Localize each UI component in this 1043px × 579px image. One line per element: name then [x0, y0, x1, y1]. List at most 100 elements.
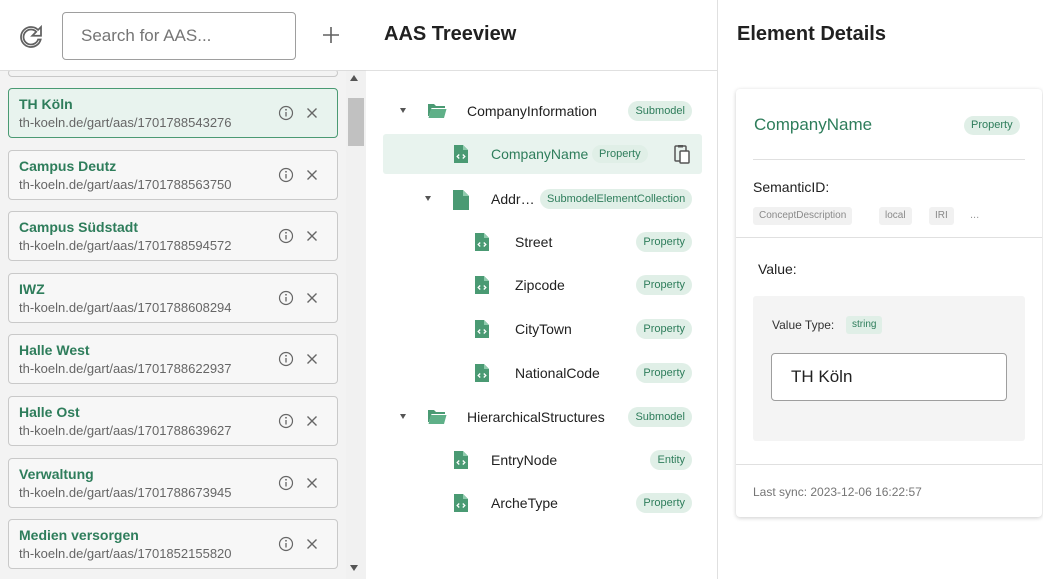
tree-node-label: EntryNode [491, 452, 558, 468]
close-icon[interactable] [304, 536, 320, 552]
aas-item-name: Halle Ost [19, 404, 80, 420]
scroll-up-arrow-icon[interactable] [350, 75, 358, 81]
search-input[interactable] [64, 14, 294, 58]
property-icon [475, 276, 489, 299]
divider [736, 237, 1042, 238]
tree-node[interactable]: NationalCode Property [383, 353, 702, 393]
aas-list-item[interactable]: Medien versorgen th-koeln.de/gart/aas/170… [8, 519, 338, 570]
info-icon[interactable] [278, 105, 294, 121]
details-title: Element Details [737, 23, 886, 45]
node-type-chip: Property [592, 145, 648, 163]
scrollbar-thumb[interactable] [348, 98, 364, 146]
node-type-chip: Property [636, 363, 692, 383]
divider [736, 464, 1042, 465]
chevron-down-icon[interactable] [400, 414, 406, 419]
tree-node[interactable]: ArcheType Property [383, 483, 702, 523]
tree-node-label: ArcheType [491, 495, 558, 511]
semantic-chip-concept: ConceptDescription [753, 207, 853, 225]
tree-node[interactable]: EntryNode Entity [383, 440, 702, 480]
info-icon[interactable] [278, 413, 294, 429]
tree-node-label: Addr… [491, 191, 535, 207]
aas-item-id: th-koeln.de/gart/aas/1701788543276 [19, 115, 232, 130]
close-icon[interactable] [304, 228, 320, 244]
treeview-header-divider [366, 70, 718, 71]
list-item[interactable] [8, 71, 338, 77]
close-icon[interactable] [304, 413, 320, 429]
value-type-label: Value Type: [772, 318, 835, 332]
semantic-chip-local: local [879, 207, 912, 225]
value-input[interactable] [771, 353, 1007, 401]
tree-node-label: NationalCode [515, 365, 600, 381]
aas-list-item[interactable]: Halle West th-koeln.de/gart/aas/170178862… [8, 334, 338, 385]
close-icon[interactable] [304, 475, 320, 491]
info-icon[interactable] [278, 228, 294, 244]
copy-icon[interactable] [671, 143, 693, 165]
folder-open-icon [427, 102, 447, 125]
add-icon[interactable] [316, 20, 346, 50]
aas-list-item[interactable]: TH Köln th-koeln.de/gart/aas/170178854327… [8, 88, 338, 138]
close-icon[interactable] [304, 351, 320, 367]
tree-node[interactable]: HierarchicalStructures Submodel [383, 397, 702, 437]
aas-list-panel: TH Köln th-koeln.de/gart/aas/170178854327… [0, 0, 366, 579]
aas-list-item[interactable]: Halle Ost th-koeln.de/gart/aas/1701788639… [8, 396, 338, 446]
node-type-chip: Submodel [628, 407, 692, 427]
tree-node[interactable]: Street Property [383, 222, 702, 262]
aas-item-id: th-koeln.de/gart/aas/1701788673945 [19, 484, 232, 500]
aas-item-name: IWZ [19, 280, 45, 297]
close-icon[interactable] [304, 105, 320, 121]
folder-open-icon [427, 408, 447, 431]
info-icon[interactable] [278, 351, 294, 367]
property-icon [454, 145, 468, 168]
tree-node-label: Zipcode [515, 277, 565, 293]
tree-node[interactable]: CompanyInformation Submodel [383, 91, 702, 131]
info-icon[interactable] [278, 536, 294, 552]
node-type-chip: Property [636, 319, 692, 339]
node-type-chip: SubmodelElementCollection [540, 189, 693, 209]
tree-node[interactable]: Zipcode Property [383, 265, 702, 305]
node-type-chip: Submodel [628, 101, 692, 121]
chevron-down-icon[interactable] [425, 196, 431, 201]
last-sync-text: Last sync: 2023-12-06 16:22:57 [753, 485, 922, 499]
close-icon[interactable] [304, 290, 320, 306]
scroll-down-arrow-icon[interactable] [350, 565, 358, 571]
refresh-icon[interactable] [16, 22, 46, 52]
value-type-chip: string [846, 316, 883, 334]
semantic-id-label: SemanticID: [753, 179, 830, 195]
info-icon[interactable] [278, 290, 294, 306]
aas-item-id: th-koeln.de/gart/aas/1701788608294 [19, 299, 232, 315]
tree-node[interactable]: Addr… SubmodelElementCollection [383, 179, 702, 219]
treeview-title: AAS Treeview [384, 23, 517, 45]
info-icon[interactable] [278, 475, 294, 491]
tree-node[interactable]: CompanyName Property [383, 134, 702, 174]
node-type-chip: Property [636, 275, 692, 295]
semantic-chip-iri: IRI [929, 207, 954, 225]
aas-item-name: Campus Südstadt [19, 219, 139, 236]
info-icon[interactable] [278, 167, 294, 183]
list-scrollbar[interactable] [346, 71, 366, 579]
chevron-down-icon[interactable] [400, 108, 406, 113]
value-label: Value: [758, 261, 797, 277]
aas-list-header [0, 0, 366, 71]
element-details-panel: Element Details CompanyName Property Sem… [719, 0, 1043, 579]
property-icon [454, 451, 468, 474]
close-icon[interactable] [304, 167, 320, 183]
aas-list-item[interactable]: Verwaltung th-koeln.de/gart/aas/170178867… [8, 457, 338, 508]
divider [753, 159, 1025, 160]
aas-item-name: TH Köln [19, 96, 73, 112]
element-type-chip: Property [964, 116, 1020, 135]
aas-list-item[interactable]: Campus Deutz th-koeln.de/gart/aas/1701788… [8, 149, 338, 200]
search-field[interactable] [62, 12, 296, 60]
tree-node-label: CompanyInformation [467, 103, 597, 119]
tree-node[interactable]: CityTown Property [383, 309, 702, 349]
tree-node-label: CompanyName [491, 146, 589, 162]
semantic-more: ... [970, 209, 980, 221]
aas-list-item[interactable]: Campus Südstadt th-koeln.de/gart/aas/1701… [8, 211, 338, 262]
aas-item-name: Halle West [19, 342, 90, 359]
property-icon [475, 233, 489, 256]
node-type-chip: Entity [650, 450, 692, 470]
aas-item-id: th-koeln.de/gart/aas/1701788594572 [19, 238, 232, 254]
aas-item-name: Medien versorgen [19, 527, 139, 544]
property-icon [475, 364, 489, 387]
tree-node-label: CityTown [515, 321, 572, 337]
aas-list-item[interactable]: IWZ th-koeln.de/gart/aas/1701788608294 [8, 272, 338, 323]
